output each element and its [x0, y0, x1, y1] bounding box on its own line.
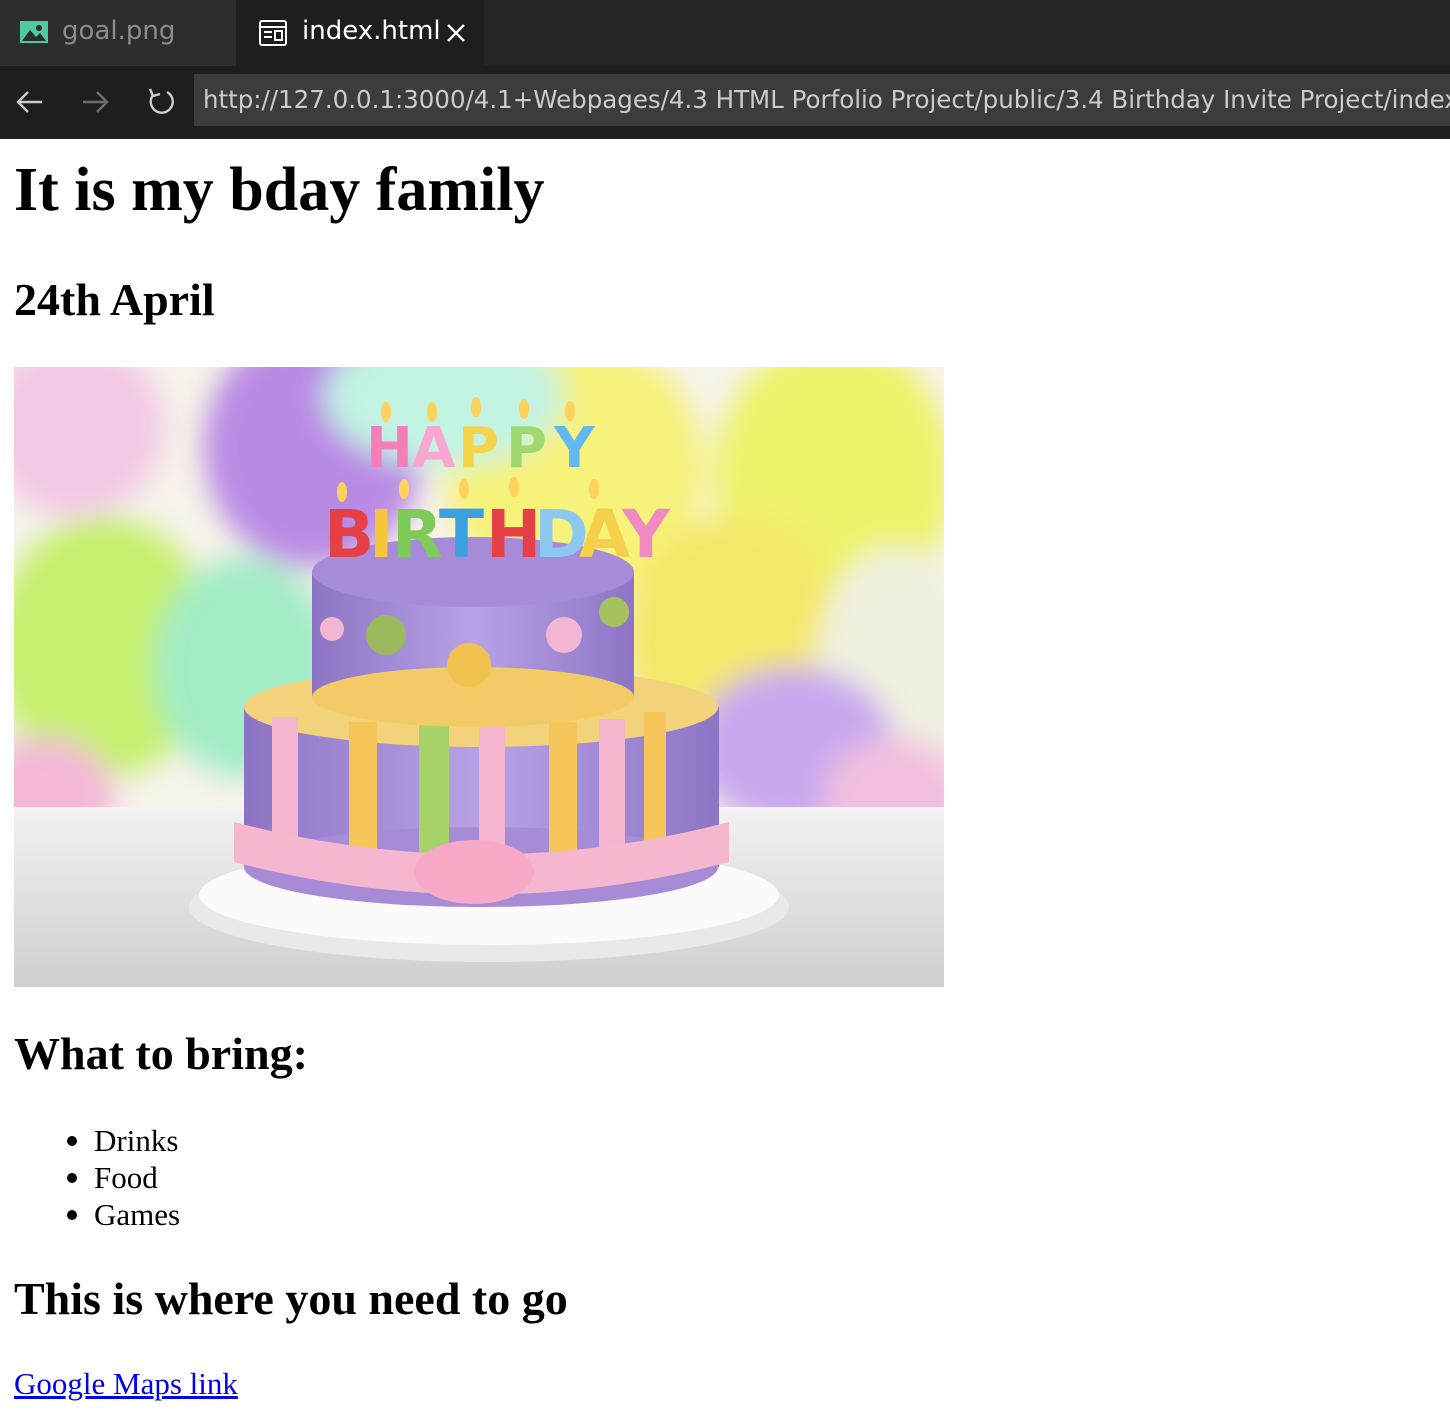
close-icon[interactable] [442, 19, 470, 47]
event-date: 24th April [14, 274, 215, 325]
bullet-icon [67, 1210, 77, 1220]
svg-text:B: B [324, 496, 374, 573]
svg-text:R: R [392, 496, 443, 573]
svg-text:H: H [366, 416, 413, 481]
forward-arrow-icon[interactable] [79, 86, 111, 118]
browser-toolbar: http://127.0.0.1:3000/4.1+Webpages/4.3 H… [0, 66, 1450, 139]
svg-text:P: P [458, 416, 499, 481]
google-maps-link[interactable]: Google Maps link [14, 1366, 238, 1402]
list-item: Games [0, 1196, 180, 1233]
page-content: It is my bday family 24th April H A P P … [0, 139, 1450, 1412]
birthday-cake-image: H A P P Y B I R T H D A Y [14, 367, 944, 987]
list-item: Drinks [0, 1122, 180, 1159]
bullet-icon [67, 1136, 77, 1146]
directions-heading: This is where you need to go [14, 1273, 568, 1324]
editor-tab-bar: goal.png index.html [0, 0, 1450, 66]
tab-label: goal.png [62, 16, 176, 46]
svg-text:I: I [369, 496, 394, 573]
svg-text:Y: Y [553, 416, 596, 481]
list-item: Food [0, 1159, 180, 1196]
image-file-icon [20, 21, 48, 43]
svg-text:A: A [412, 416, 456, 481]
svg-text:Y: Y [621, 496, 671, 573]
svg-text:H: H [486, 496, 541, 573]
preview-icon [259, 20, 287, 46]
address-bar[interactable]: http://127.0.0.1:3000/4.1+Webpages/4.3 H… [194, 74, 1450, 126]
bring-heading: What to bring: [14, 1028, 308, 1079]
svg-text:T: T [439, 496, 484, 573]
tab-goal-png[interactable]: goal.png [0, 0, 236, 66]
tab-label: index.html [302, 16, 441, 46]
bring-list: Drinks Food Games [0, 1122, 180, 1233]
back-arrow-icon[interactable] [14, 86, 46, 118]
list-item-label: Drinks [94, 1123, 179, 1158]
page-title: It is my bday family [14, 156, 545, 224]
list-item-label: Games [94, 1197, 181, 1232]
bullet-icon [67, 1173, 77, 1183]
svg-text:P: P [506, 416, 547, 481]
tab-index-html[interactable]: index.html [236, 0, 484, 66]
list-item-label: Food [94, 1160, 158, 1195]
reload-icon[interactable] [145, 86, 177, 118]
